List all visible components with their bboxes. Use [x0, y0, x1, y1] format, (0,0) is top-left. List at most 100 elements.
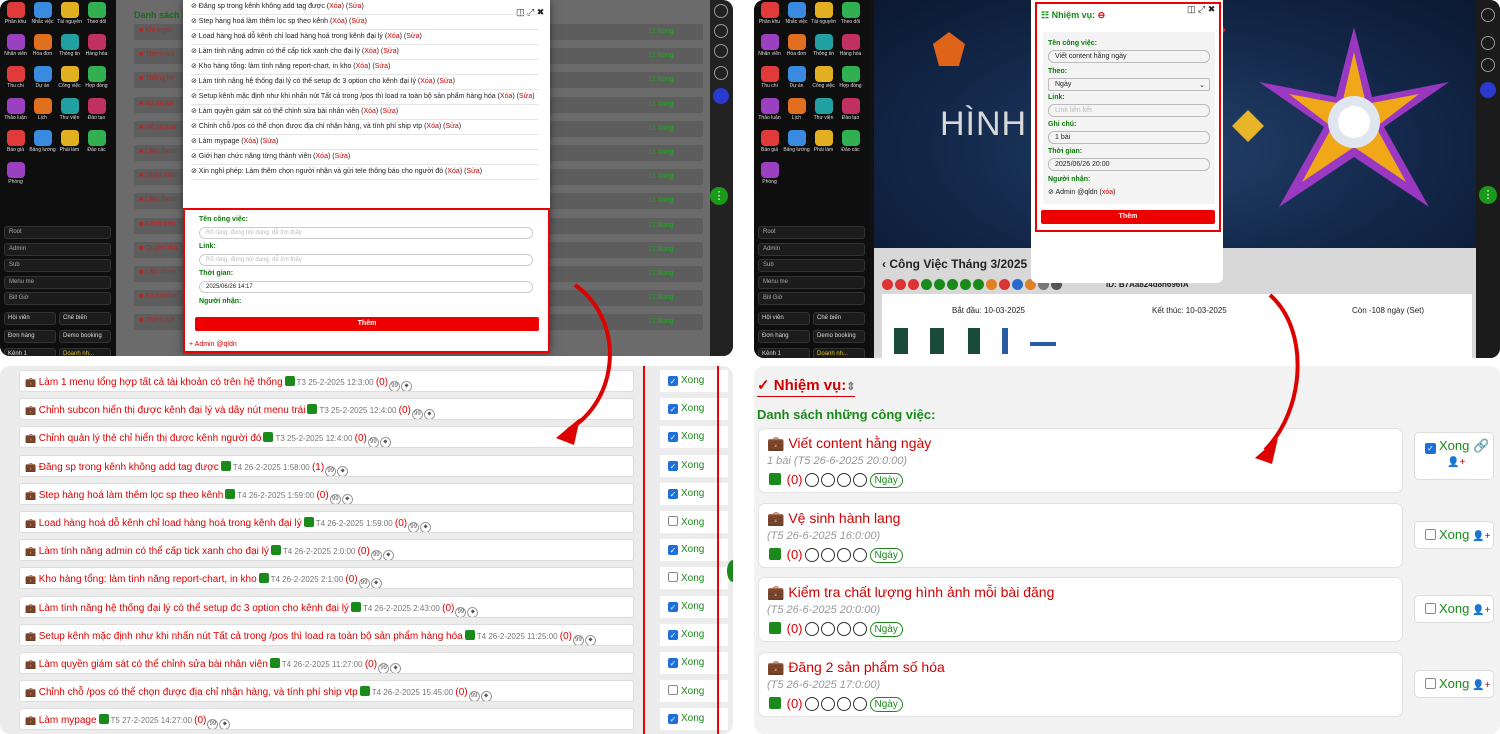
delete-link[interactable]: Xóa	[332, 18, 344, 25]
delete-link[interactable]: Xóa	[420, 78, 432, 85]
comment-icon[interactable]	[804, 696, 819, 711]
edit-link[interactable]: Sửa	[466, 168, 479, 175]
checkbox-icon[interactable]	[1425, 528, 1436, 540]
sort-icon[interactable]: ⇕	[846, 381, 855, 393]
tag-icon[interactable]: ⬥	[480, 691, 492, 702]
delete-link[interactable]: Xóa	[426, 123, 438, 130]
delete-link[interactable]: Xóa	[244, 138, 256, 145]
tag-icon[interactable]: ⬥	[390, 663, 402, 673]
delete-link[interactable]: Xóa	[500, 93, 512, 100]
comment-icon[interactable]: 99	[455, 606, 467, 617]
sidebar-app-1[interactable]: Nhắc việc	[29, 2, 56, 32]
done-box[interactable]: ✓ Xong 🔗 👤+	[1414, 432, 1494, 480]
tag-icon[interactable]	[820, 622, 835, 636]
toolbar-icon[interactable]	[908, 279, 919, 290]
done-box[interactable]: Xong 👤+	[1414, 595, 1494, 623]
theo-select[interactable]: Ngày ⌄	[1048, 78, 1210, 91]
link-icon[interactable]: 🔗	[1469, 438, 1489, 453]
sidebar-app-0[interactable]: Phân khu	[756, 2, 783, 32]
done-box[interactable]: Xong 👤+	[1414, 520, 1494, 549]
toolbar-icon[interactable]	[934, 279, 945, 290]
sidebar-app-6[interactable]: Thông tin	[56, 34, 83, 64]
task-title[interactable]: Setup kênh mặc định như khi nhấn nút Tất…	[39, 631, 463, 642]
tag-icon[interactable]: ⬥	[219, 719, 231, 730]
sidebar-app-2[interactable]: Tài nguyên	[56, 2, 83, 32]
checkbox-icon[interactable]: ✓	[1425, 443, 1436, 454]
toolbar-icon[interactable]	[999, 279, 1010, 290]
lock-icon[interactable]	[836, 473, 851, 487]
sidebar-app-2[interactable]: Tài nguyên	[810, 2, 837, 32]
sidebar-pair-button[interactable]: Doanh nh...	[813, 348, 865, 358]
toolbar-icon[interactable]	[960, 279, 971, 290]
eye-icon[interactable]	[852, 473, 867, 487]
done-box[interactable]: Xong 👤+	[1414, 669, 1494, 698]
mission-title[interactable]: 💼 Vệ sinh hành lang	[767, 510, 900, 527]
link-input[interactable]: Link liên kết	[1048, 104, 1210, 117]
sidebar-app-14[interactable]: Thư viện	[810, 98, 837, 128]
sidebar-button-0[interactable]: Root	[4, 226, 111, 239]
comment-icon[interactable]	[804, 473, 819, 487]
tag-icon[interactable]: ⬥	[370, 578, 382, 589]
sidebar-pair-button[interactable]: Hội viên	[4, 312, 56, 325]
delete-link[interactable]: Xóa	[364, 48, 376, 55]
sidebar-pair-button[interactable]: Kênh 1	[4, 348, 56, 356]
link-input[interactable]: Rõ ràng, đúng nội dung, dễ tìm thấy	[199, 254, 533, 266]
sidebar-app-15[interactable]: Đào tạo	[837, 98, 864, 128]
toolbar-icon[interactable]	[986, 279, 997, 290]
eye-icon[interactable]	[852, 622, 867, 636]
name-input[interactable]: Viết content hằng ngày	[1048, 50, 1210, 63]
sidebar-toggle-icon[interactable]	[714, 4, 728, 18]
sidebar-app-12[interactable]: Thảo luận	[756, 98, 783, 128]
comment-icon[interactable]: 99	[325, 465, 337, 476]
tag-icon[interactable]: ⬥	[423, 409, 435, 420]
task-title[interactable]: Kho hàng tổng: làm tính năng report-char…	[39, 574, 257, 585]
comment-icon[interactable]: 99	[370, 550, 382, 561]
sidebar-app-17[interactable]: Bảng lương	[29, 130, 56, 160]
eye-icon[interactable]	[852, 547, 867, 562]
task-title[interactable]: Làm mypage	[39, 715, 97, 726]
comment-icon[interactable]: 99	[468, 691, 480, 702]
edit-link[interactable]: Sửa	[348, 3, 361, 10]
sidebar-button-0[interactable]: Root	[758, 226, 865, 239]
task-title[interactable]: Làm quyền giám sát có thể chỉnh sửa bài …	[39, 659, 268, 670]
grid-icon[interactable]	[1481, 58, 1495, 72]
toolbar-icon[interactable]	[1012, 279, 1023, 290]
sidebar-app-8[interactable]: Thu chi	[756, 66, 783, 96]
sidebar-app-14[interactable]: Thư viện	[56, 98, 83, 128]
sidebar-app-5[interactable]: Hóa đơn	[783, 34, 810, 64]
comment-icon[interactable]: 99	[358, 578, 370, 589]
comment-icon[interactable]: 99	[378, 663, 390, 673]
comment-icon[interactable]	[804, 547, 819, 562]
task-title[interactable]: Đăng sp trong kênh không add tag được	[39, 462, 219, 473]
sidebar-button-3[interactable]: Menu me	[758, 275, 865, 289]
delete-link[interactable]: Xóa	[447, 168, 459, 175]
comment-icon[interactable]: 99	[207, 719, 219, 730]
sidebar-app-7[interactable]: Hàng hóa	[837, 34, 864, 64]
modal-window-icons[interactable]: ◫ ⤢ ✖	[1187, 4, 1215, 15]
task-row[interactable]: 💼 Step hàng hoá làm thêm lọc sp theo kên…	[19, 482, 634, 505]
sidebar-app-13[interactable]: Lịch	[783, 98, 810, 128]
comment-icon[interactable]: 99	[573, 634, 585, 645]
delete-link[interactable]: Xóa	[356, 63, 368, 70]
task-row[interactable]: 💼 Chỉnh quản lý thẻ chỉ hiển thị được kê…	[19, 426, 634, 449]
task-title[interactable]: Step hàng hoá làm thêm lọc sp theo kênh	[39, 490, 224, 501]
task-title[interactable]: Làm 1 menu tổng hợp tất cả tài khoản có …	[39, 377, 283, 388]
sidebar-app-3[interactable]: Theo dõi	[83, 2, 110, 32]
users-icon[interactable]	[714, 24, 728, 38]
sidebar-app-10[interactable]: Công việc	[56, 66, 83, 96]
sidebar-app-4[interactable]: Nhân viên	[756, 34, 783, 64]
sidebar-pair-button[interactable]: Demo booking	[813, 330, 865, 343]
sidebar-app-8[interactable]: Thu chi	[2, 66, 29, 96]
add-user-icon[interactable]: 👤+	[1469, 680, 1490, 691]
sidebar-app-10[interactable]: Công việc	[810, 66, 837, 96]
note-input[interactable]: 1 bài	[1048, 131, 1210, 144]
green-side-handle[interactable]	[727, 560, 733, 582]
edit-link[interactable]: Sửa	[263, 138, 276, 145]
sidebar-app-20[interactable]: Phòng	[2, 162, 29, 192]
tag-icon[interactable]: ⬥	[585, 634, 597, 645]
sidebar-pair-button[interactable]: Hội viên	[758, 312, 810, 325]
edit-link[interactable]: Sửa	[445, 123, 458, 130]
task-title[interactable]: Chỉnh chỗ /pos có thể chọn được địa chỉ …	[39, 687, 358, 698]
sidebar-app-7[interactable]: Hàng hóa	[83, 34, 110, 64]
edit-link[interactable]: Sửa	[519, 93, 532, 100]
